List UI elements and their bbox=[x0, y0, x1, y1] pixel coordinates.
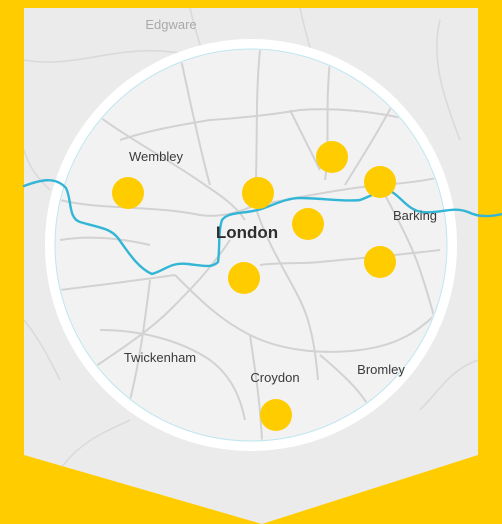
location-dot-icon[interactable] bbox=[364, 246, 396, 278]
label-barking: Barking bbox=[393, 208, 437, 223]
label-bromley: Bromley bbox=[357, 362, 405, 377]
location-dot-icon[interactable] bbox=[316, 141, 348, 173]
label-london: London bbox=[216, 223, 278, 242]
label-edgware: Edgware bbox=[145, 17, 196, 32]
location-dot-icon[interactable] bbox=[292, 208, 324, 240]
location-dot-icon[interactable] bbox=[242, 177, 274, 209]
label-twickenham: Twickenham bbox=[124, 350, 196, 365]
location-dot-icon[interactable] bbox=[364, 166, 396, 198]
location-dot-icon[interactable] bbox=[228, 262, 260, 294]
label-wembley: Wembley bbox=[129, 149, 183, 164]
label-croydon: Croydon bbox=[250, 370, 299, 385]
map-card: Edgware Wembley London Barking Twickenha… bbox=[0, 0, 502, 524]
location-dot-icon[interactable] bbox=[260, 399, 292, 431]
location-dot-icon[interactable] bbox=[112, 177, 144, 209]
london-map: Edgware Wembley London Barking Twickenha… bbox=[0, 0, 502, 524]
